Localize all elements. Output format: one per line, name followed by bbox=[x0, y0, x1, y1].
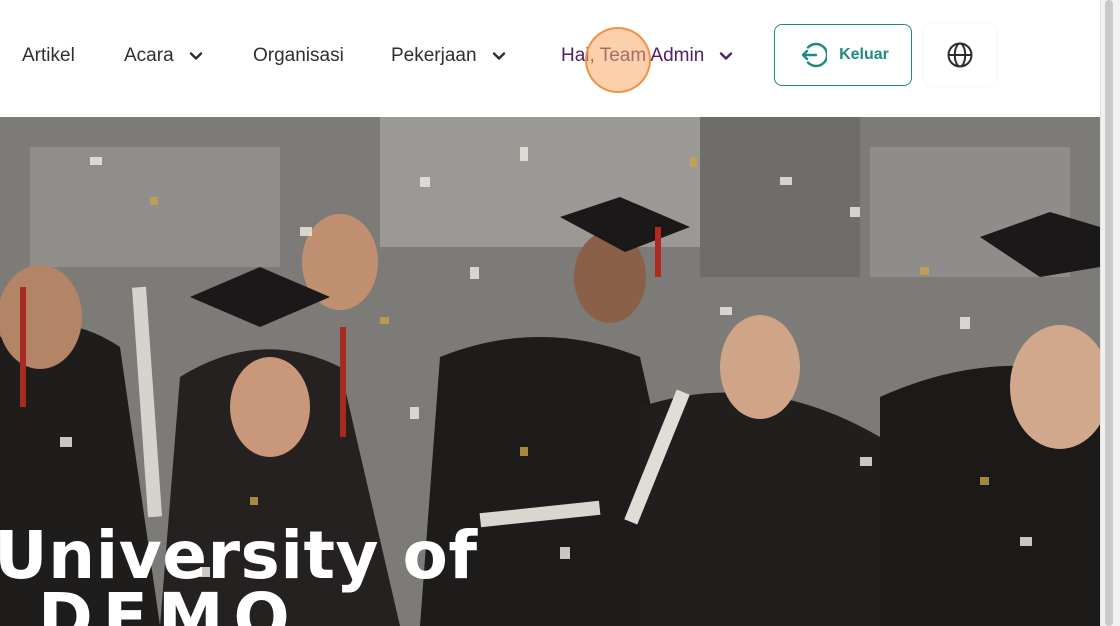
logout-icon bbox=[801, 42, 828, 68]
chevron-down-icon bbox=[492, 52, 505, 60]
chevron-down-icon bbox=[720, 52, 733, 60]
nav-item-organisasi[interactable]: Organisasi bbox=[253, 39, 344, 73]
nav-item-label: Artikel bbox=[22, 45, 75, 66]
top-navigation-bar: Artikel Acara Organisasi Pekerjaan Hai, … bbox=[0, 0, 1100, 117]
logout-button[interactable]: Keluar bbox=[774, 24, 912, 86]
nav-item-label: Acara bbox=[124, 45, 174, 66]
user-greeting: Hai, Team Admin bbox=[561, 45, 705, 66]
user-menu[interactable]: Hai, Team Admin bbox=[561, 39, 734, 73]
page-scrollbar[interactable] bbox=[1100, 0, 1120, 626]
logout-label: Keluar bbox=[839, 46, 889, 63]
hero-title: University of DEMO bbox=[0, 523, 478, 626]
globe-icon bbox=[947, 42, 973, 68]
scrollbar-thumb[interactable] bbox=[1105, 0, 1113, 626]
nav-item-label: Organisasi bbox=[253, 45, 344, 66]
nav-item-pekerjaan[interactable]: Pekerjaan bbox=[391, 39, 507, 73]
nav-item-label: Pekerjaan bbox=[391, 45, 477, 66]
nav-item-acara[interactable]: Acara bbox=[124, 39, 204, 73]
nav-item-artikel[interactable]: Artikel bbox=[22, 39, 75, 73]
hero-banner: University of DEMO bbox=[0, 117, 1100, 626]
language-button[interactable] bbox=[924, 24, 996, 86]
page: Artikel Acara Organisasi Pekerjaan Hai, … bbox=[0, 0, 1120, 626]
chevron-down-icon bbox=[189, 52, 202, 60]
